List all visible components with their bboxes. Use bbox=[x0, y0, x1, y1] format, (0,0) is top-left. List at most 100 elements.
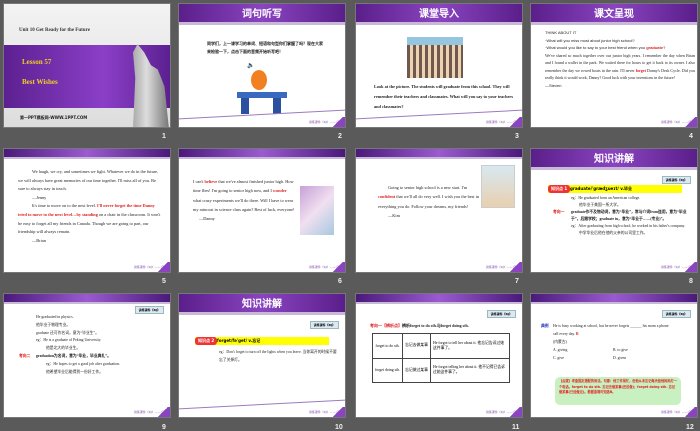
option-c[interactable]: C. give bbox=[553, 354, 613, 362]
option-a[interactable]: A. giving bbox=[553, 346, 613, 354]
option-d[interactable]: D. given bbox=[613, 354, 673, 362]
course-tag: 讲练课件《RJ》 bbox=[309, 321, 339, 329]
slide-title: 课文呈现 bbox=[531, 4, 697, 25]
slide-body: THINK ABOUT IT ·What will you miss most … bbox=[545, 30, 696, 88]
slide-body: Going to senior high school is a new sta… bbox=[378, 183, 484, 220]
cartoon-desk-image bbox=[237, 70, 287, 114]
slide-thumbnail-5[interactable]: We laugh, we cry, and sometimes we fight… bbox=[3, 148, 171, 273]
course-tag: 讲练课件《RJ》 bbox=[661, 176, 691, 184]
header-bar bbox=[4, 149, 170, 159]
knowledge-point-bar: 知识点 2 forget/fə'get/ v.忘记 bbox=[195, 337, 329, 345]
paragraph-brian-a: It's time to move on to the next level. bbox=[32, 203, 96, 209]
option-b[interactable]: B. to give bbox=[613, 346, 673, 354]
slide-body: He graduated in physics. 他毕业于物理专业。 gradu… bbox=[19, 314, 166, 376]
comparison-table: forget to do sth. 忘记去做某事 He forgot to tell… bbox=[372, 333, 510, 383]
question-1: ·What will you miss most about junior hi… bbox=[545, 37, 635, 43]
cartoon-kids-image bbox=[481, 165, 515, 208]
signature: —Steven bbox=[545, 82, 562, 88]
slide-thumbnail-7[interactable]: Going to senior high school is a new sta… bbox=[355, 148, 523, 273]
slide-title: 词句听写 bbox=[179, 4, 345, 25]
decor-corner bbox=[508, 262, 522, 272]
point-label: 知识点 2 bbox=[195, 337, 218, 345]
slide-thumbnail-11[interactable]: 讲练课件《RJ》 考向一【辨析点】辨析forget to do sth.与for… bbox=[355, 293, 523, 418]
slide-thumbnail-9[interactable]: 讲练课件《RJ》 He graduated in physics. 他毕业于物理… bbox=[3, 293, 171, 418]
slide-number: 8 bbox=[689, 278, 693, 285]
focus-text: graduate作不及物动词，意为“毕业”，常与介词from连用，意为“毕业于”… bbox=[571, 210, 687, 221]
header-bar bbox=[4, 294, 170, 304]
decor-corner bbox=[156, 262, 170, 272]
slide-thumbnail-6[interactable]: I can't believe that we've almost finish… bbox=[178, 148, 346, 273]
signature-jenny: —Jenny bbox=[32, 194, 47, 200]
decor-corner bbox=[508, 407, 522, 417]
slide-title: 课堂导入 bbox=[356, 4, 522, 25]
decor-corner bbox=[156, 407, 170, 417]
slide-number: 10 bbox=[335, 424, 343, 431]
point-label: 知识点 1 bbox=[548, 185, 571, 193]
signature-brian: —Brian bbox=[32, 237, 46, 243]
slide-body: We laugh, we cry, and sometimes we fight… bbox=[18, 168, 164, 245]
slide-number: 6 bbox=[338, 278, 342, 285]
decor-line bbox=[179, 399, 345, 410]
table-row: forget to do sth. 忘记去做某事 He forgot to tell… bbox=[372, 333, 510, 359]
decor-corner bbox=[331, 117, 345, 127]
focus-text: 辨析forget to do sth.与forget doing sth. bbox=[402, 323, 469, 328]
slide-number: 1 bbox=[162, 133, 166, 140]
slide-number: 4 bbox=[689, 133, 693, 140]
question-2: ·What would you like to say to your best… bbox=[545, 45, 646, 50]
course-tag: 讲练课件《RJ》 bbox=[486, 310, 516, 318]
slide-thumbnail-8[interactable]: 知识讲解 讲练课件《RJ》 知识点 1 graduate/'grædʒueɪt/ … bbox=[530, 148, 698, 273]
header-bar bbox=[179, 149, 345, 159]
line-4: eg：He is a graduate of Peking University… bbox=[36, 338, 102, 343]
slide-thumbnail-10[interactable]: 知识讲解 讲练课件《RJ》 知识点 2 forget/fə'get/ v.忘记 e… bbox=[178, 293, 346, 418]
unit-title: Unit 10 Get Ready for the Future bbox=[19, 28, 90, 33]
slide-number: 9 bbox=[162, 424, 166, 431]
signature: —Danny bbox=[199, 216, 215, 222]
line-6: eg：He hopes to get a good job after grad… bbox=[46, 361, 121, 366]
keyword-wonder[interactable]: wonder bbox=[273, 188, 287, 193]
slide-body: I can't believe that we've almost finish… bbox=[193, 177, 295, 223]
table-cell: 忘记去做某事 bbox=[402, 333, 431, 359]
point-text: forget/fə'get/ v.忘记 bbox=[217, 338, 261, 343]
decor-corner bbox=[683, 117, 697, 127]
speaker-icon[interactable]: 🔈 bbox=[247, 62, 254, 69]
example-label: 典例 bbox=[541, 324, 549, 328]
keyword-graduate[interactable]: graduate bbox=[646, 45, 663, 50]
slide-number: 7 bbox=[515, 278, 519, 285]
slide-thumbnail-12[interactable]: 讲练课件《RJ》 典例 He is busy working at school… bbox=[530, 293, 698, 418]
decor-corner bbox=[331, 407, 345, 417]
focus-label: 考向二 bbox=[19, 353, 31, 358]
keyword-believe[interactable]: believe bbox=[205, 179, 218, 184]
slide-number: 3 bbox=[515, 133, 519, 140]
table-cell: forget to do sth. bbox=[372, 333, 403, 359]
example-2: eg：After graduating from high school, he… bbox=[571, 224, 686, 228]
slide-body: eg：He graduated from an American college… bbox=[553, 195, 691, 237]
text-a: I can't bbox=[193, 179, 204, 184]
slide-thumbnail-2[interactable]: 词句听写 同学们，上一课学习的单词、短语和句型你们掌握了吗？现在大家来检验一下，… bbox=[178, 3, 346, 128]
example: eg：Don't forget to turn off the lights w… bbox=[219, 350, 337, 362]
answer: B bbox=[575, 332, 579, 336]
site-watermark: 第一PPT模板网-WWW.1PPT.COM bbox=[20, 115, 88, 120]
header-bar bbox=[356, 294, 522, 304]
table-cell: He forgot telling her about it. 他不记得已告诉过… bbox=[430, 357, 510, 383]
hint-box: 【点拨】考查固定搭配的用法。句意：他工作虽忙，但他从未忘记每天给他妈妈打一个电话… bbox=[555, 377, 681, 405]
knowledge-point-bar: 知识点 1 graduate/'grædʒueɪt/ v.毕业 bbox=[548, 185, 682, 193]
decor-corner bbox=[331, 262, 345, 272]
keyword-forget[interactable]: forget bbox=[636, 68, 646, 73]
example-1-cn: 他毕业于美国一所大学。 bbox=[579, 203, 621, 207]
slide-thumbnail-1[interactable]: Unit 10 Get Ready for the Future Lesson … bbox=[3, 3, 171, 128]
class-photo-image bbox=[407, 37, 463, 78]
slide-number: 12 bbox=[686, 424, 694, 431]
slide-body: 同学们，上一课学习的单词、短语和句型你们掌握了吗？现在大家来检验一下，点击下面的… bbox=[207, 41, 323, 54]
paragraph-jenny: We laugh, we cry, and sometimes we fight… bbox=[18, 169, 159, 192]
lesson-label: Lesson 57 bbox=[22, 58, 52, 66]
example-2-cn: 中学毕业后他在他的父亲的公司里工作。 bbox=[579, 231, 648, 235]
think-heading: THINK ABOUT IT bbox=[545, 30, 577, 35]
slide-body: Look at the picture. The students will g… bbox=[374, 84, 513, 109]
question-source: (内蒙古) bbox=[553, 340, 567, 344]
keyword-confident[interactable]: confident bbox=[378, 194, 395, 199]
slide-thumbnail-4[interactable]: 课文呈现 THINK ABOUT IT ·What will you miss … bbox=[530, 3, 698, 128]
focus-text: graduation为名词，意为“毕业，毕业典礼”。 bbox=[36, 353, 111, 358]
slide-thumbnail-3[interactable]: 课堂导入 Look at the picture. The students w… bbox=[355, 3, 523, 128]
question: 典例 He is busy working at school, but he … bbox=[541, 322, 673, 362]
decor-corner bbox=[683, 262, 697, 272]
